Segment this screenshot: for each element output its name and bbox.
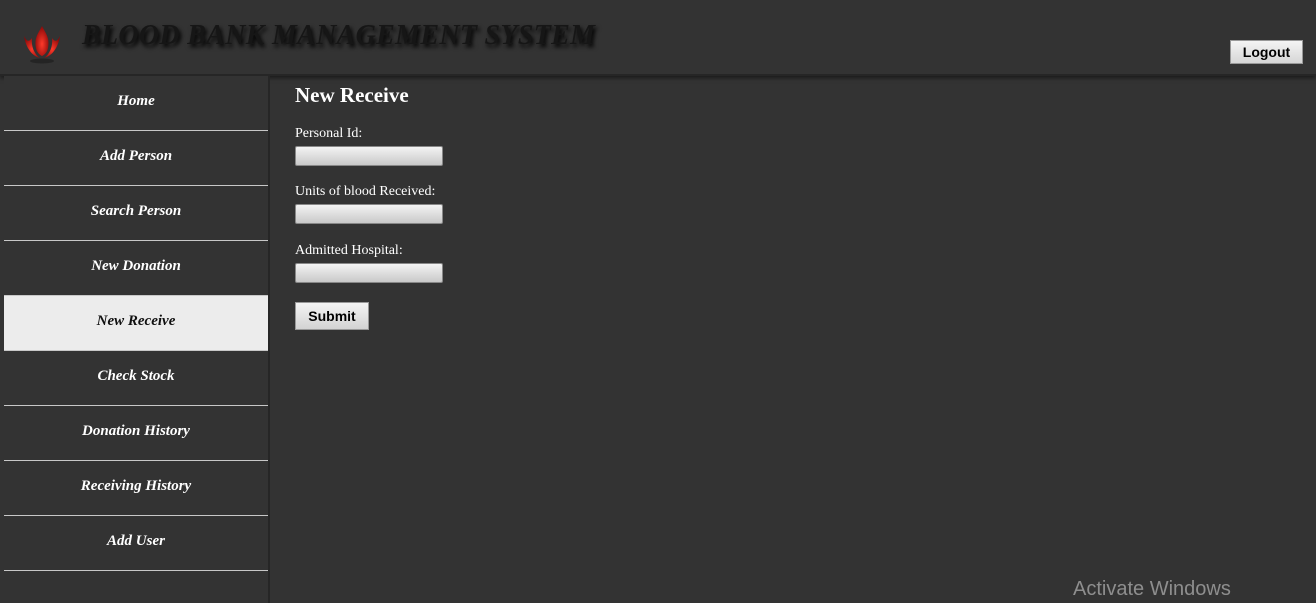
sidebar-item-new-receive[interactable]: New Receive <box>4 296 268 351</box>
app-header: BLOOD BANK MANAGEMENT SYSTEM Logout <box>0 0 1316 76</box>
sidebar-item-donation-history[interactable]: Donation History <box>4 406 268 461</box>
new-receive-form: Personal Id: Units of blood Received: Ad… <box>295 126 443 330</box>
sidebar-item-new-donation[interactable]: New Donation <box>4 241 268 296</box>
units-received-input[interactable] <box>295 204 443 224</box>
main-content: New Receive Personal Id: Units of blood … <box>295 80 443 330</box>
logout-button[interactable]: Logout <box>1230 40 1303 64</box>
form-group-admitted-hospital: Admitted Hospital: <box>295 243 443 283</box>
activate-windows-watermark: Activate Windows <box>1073 578 1231 600</box>
units-received-label: Units of blood Received: <box>295 184 436 199</box>
admitted-hospital-input[interactable] <box>295 263 443 283</box>
submit-button[interactable]: Submit <box>295 302 369 330</box>
sidebar-nav: Home Add Person Search Person New Donati… <box>4 76 270 603</box>
sidebar-item-receiving-history[interactable]: Receiving History <box>4 461 268 516</box>
sidebar-item-home[interactable]: Home <box>4 76 268 131</box>
form-group-units-received: Units of blood Received: <box>295 184 443 224</box>
blood-drop-flame-logo-icon <box>24 26 60 64</box>
form-group-personal-id: Personal Id: <box>295 126 443 166</box>
app-title: BLOOD BANK MANAGEMENT SYSTEM <box>82 20 596 51</box>
sidebar-item-add-person[interactable]: Add Person <box>4 131 268 186</box>
sidebar-item-check-stock[interactable]: Check Stock <box>4 351 268 406</box>
personal-id-label: Personal Id: <box>295 126 363 141</box>
sidebar-item-add-user[interactable]: Add User <box>4 516 268 571</box>
sidebar-item-search-person[interactable]: Search Person <box>4 186 268 241</box>
personal-id-input[interactable] <box>295 146 443 166</box>
page-title: New Receive <box>295 83 409 107</box>
admitted-hospital-label: Admitted Hospital: <box>295 243 403 258</box>
